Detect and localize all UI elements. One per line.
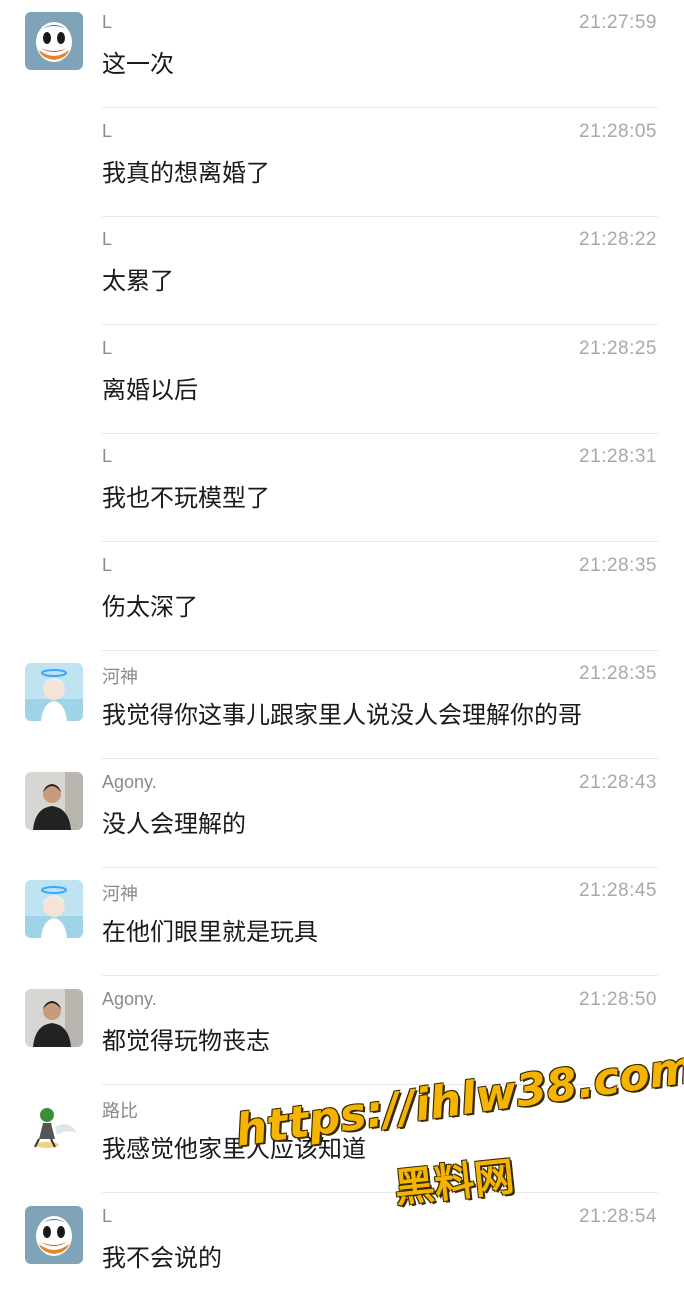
message-timestamp: 21:28:45 [579,880,657,901]
chat-message[interactable]: 河神 21:28:45 在他们眼里就是玩具 [0,868,684,976]
sender-name[interactable]: 路比 [102,1097,138,1123]
message-text[interactable]: 没人会理解的 [102,804,246,839]
sender-name[interactable]: L [102,446,112,467]
message-timestamp: 21:28:35 [579,663,657,684]
avatar[interactable] [25,880,83,938]
anime-avatar-icon [25,663,83,721]
message-timestamp: 21:28:35 [579,554,657,576]
sender-name[interactable]: 河神 [102,663,138,689]
sender-name[interactable]: L [102,121,112,142]
sender-name[interactable]: L [102,338,112,359]
chat-message[interactable]: L 21:28:22 太累了 [0,217,684,325]
message-timestamp: 21:28:05 [579,120,657,142]
sender-name[interactable]: 河神 [102,880,138,906]
message-text[interactable]: 太累了 [102,261,174,296]
message-text[interactable]: 我不会说的 [102,1238,222,1273]
message-text[interactable]: 我真的想离婚了 [102,153,270,188]
photo-avatar-icon [25,771,83,830]
cartoon-avatar-icon [25,1097,83,1155]
message-text[interactable]: 我觉得你这事儿跟家里人说没人会理解你的哥 [102,695,582,730]
message-timestamp: 21:28:50 [579,988,657,1010]
message-text[interactable]: 我也不玩模型了 [102,478,270,513]
anime-avatar-icon [25,880,83,938]
avatar[interactable] [25,1205,83,1264]
duck-avatar-icon [25,12,83,70]
message-timestamp: 21:28:54 [579,1205,657,1227]
avatar[interactable] [25,988,83,1047]
chat-message[interactable]: Agony. 21:28:50 都觉得玩物丧志 [0,977,684,1085]
message-timestamp: 21:28:43 [579,771,657,793]
chat-message[interactable]: L 21:28:54 我不会说的 [0,1194,684,1302]
photo-avatar-icon [25,988,83,1047]
chat-message[interactable]: L 21:28:05 我真的想离婚了 [0,109,684,217]
message-timestamp: 21:28:31 [579,446,657,467]
message-timestamp: 21:27:59 [579,12,657,33]
sender-name[interactable]: L [102,555,112,576]
chat-message[interactable]: Agony. 21:28:43 没人会理解的 [0,760,684,868]
message-text[interactable]: 伤太深了 [102,587,198,622]
sender-name[interactable]: L [102,12,112,33]
sender-name[interactable]: L [102,1206,112,1227]
sender-name[interactable]: Agony. [102,989,157,1010]
chat-message[interactable]: 路比我感觉他家里人应该知道 [0,1085,684,1193]
sender-name[interactable]: L [102,229,112,250]
message-text[interactable]: 离婚以后 [102,370,198,405]
avatar[interactable] [25,771,83,830]
message-timestamp: 21:28:25 [579,337,657,359]
avatar[interactable] [25,12,83,70]
avatar[interactable] [25,663,83,721]
chat-message[interactable]: L 21:28:35 伤太深了 [0,543,684,651]
message-text[interactable]: 都觉得玩物丧志 [102,1021,270,1056]
sender-name[interactable]: Agony. [102,772,157,793]
avatar[interactable] [25,1097,83,1155]
message-text[interactable]: 我感觉他家里人应该知道 [102,1129,366,1164]
chat-message[interactable]: L 21:28:25 离婚以后 [0,326,684,434]
chat-message[interactable]: 河神 21:28:35 我觉得你这事儿跟家里人说没人会理解你的哥 [0,651,684,759]
message-timestamp: 21:28:22 [579,229,657,250]
chat-message[interactable]: L 21:28:31 我也不玩模型了 [0,434,684,542]
duck-avatar-icon [25,1205,83,1264]
message-text[interactable]: 这一次 [102,44,174,79]
message-text[interactable]: 在他们眼里就是玩具 [102,912,318,947]
chat-message[interactable]: L 21:27:59 这一次 [0,0,684,108]
